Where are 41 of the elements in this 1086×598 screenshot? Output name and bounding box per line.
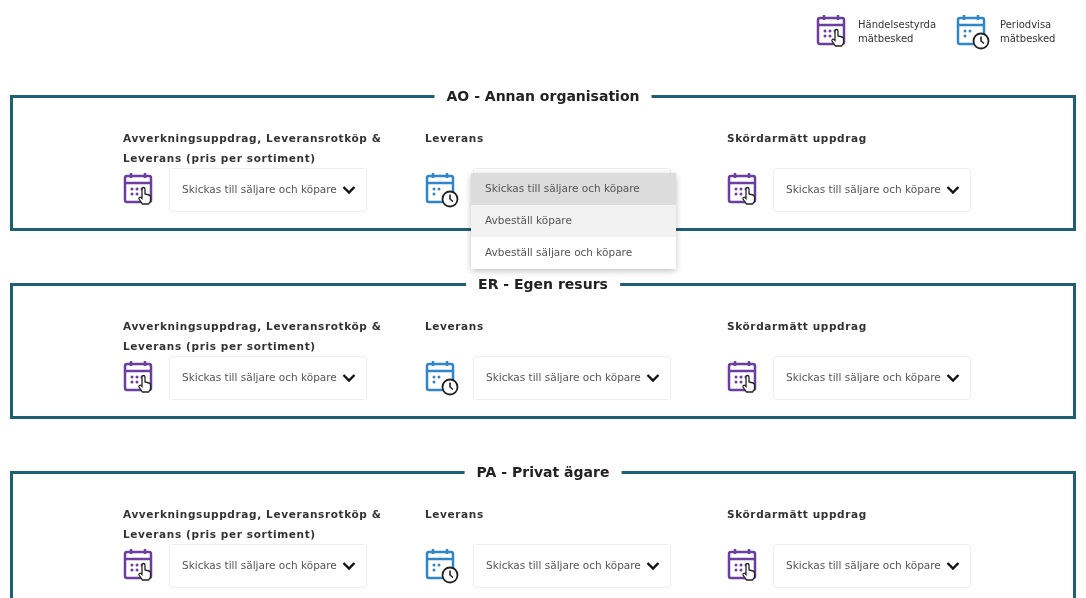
dropdown-select[interactable]: Skickas till säljare och köpare <box>773 356 971 400</box>
calendar-hand-icon <box>123 172 155 208</box>
calendar-hand-icon <box>123 360 155 396</box>
dropdown-select[interactable]: Skickas till säljare och köpare <box>773 168 971 212</box>
calendar-hand-icon <box>727 360 759 396</box>
calendar-hand-icon <box>123 548 155 584</box>
chevron-down-icon <box>342 373 356 383</box>
calendar-clock-icon <box>425 360 459 396</box>
chevron-down-icon <box>342 561 356 571</box>
field-label: Avverkningsuppdrag, Leveransrotköp & Leverans (pris per sortiment) <box>123 131 383 166</box>
field-label: Leverans <box>425 507 485 522</box>
dropdown-option[interactable]: Skickas till säljare och köpare <box>471 173 676 205</box>
dropdown-select[interactable]: Skickas till säljare och köpare <box>473 544 671 588</box>
chevron-down-icon <box>646 561 660 571</box>
chevron-down-icon <box>946 185 960 195</box>
chevron-down-icon <box>946 373 960 383</box>
field-label: Leverans <box>425 319 485 334</box>
field-label: Avverkningsuppdrag, Leveransrotköp & Leverans (pris per sortiment) <box>123 507 383 542</box>
legend-label: Periodvisa mätbesked <box>1000 18 1057 46</box>
legend-label: Händelsestyrda mätbesked <box>858 18 938 46</box>
dropdown-select[interactable]: Skickas till säljare och köpare <box>473 356 671 400</box>
dropdown-select[interactable]: Skickas till säljare och köpare <box>169 544 367 588</box>
field-label: Avverkningsuppdrag, Leveransrotköp & Leverans (pris per sortiment) <box>123 319 383 354</box>
field-label: Leverans <box>425 131 485 146</box>
calendar-clock-icon <box>425 548 459 584</box>
calendar-hand-icon <box>727 172 759 208</box>
chevron-down-icon <box>946 561 960 571</box>
field-label: Skördarmätt uppdrag <box>727 319 868 334</box>
dropdown-select[interactable]: Skickas till säljare och köpare <box>169 168 367 212</box>
field-label: Skördarmätt uppdrag <box>727 131 868 146</box>
dropdown-option[interactable]: Avbeställ köpare <box>471 205 676 237</box>
chevron-down-icon <box>342 185 356 195</box>
field-label: Skördarmätt uppdrag <box>727 507 868 522</box>
calendar-hand-icon <box>816 14 848 50</box>
dropdown-option[interactable]: Avbeställ säljare och köpare <box>471 237 676 269</box>
dropdown-select[interactable]: Skickas till säljare och köpare <box>169 356 367 400</box>
calendar-clock-icon <box>956 14 990 50</box>
calendar-clock-icon <box>425 172 459 208</box>
calendar-hand-icon <box>727 548 759 584</box>
dropdown-select[interactable]: Skickas till säljare och köpare <box>773 544 971 588</box>
chevron-down-icon <box>646 373 660 383</box>
